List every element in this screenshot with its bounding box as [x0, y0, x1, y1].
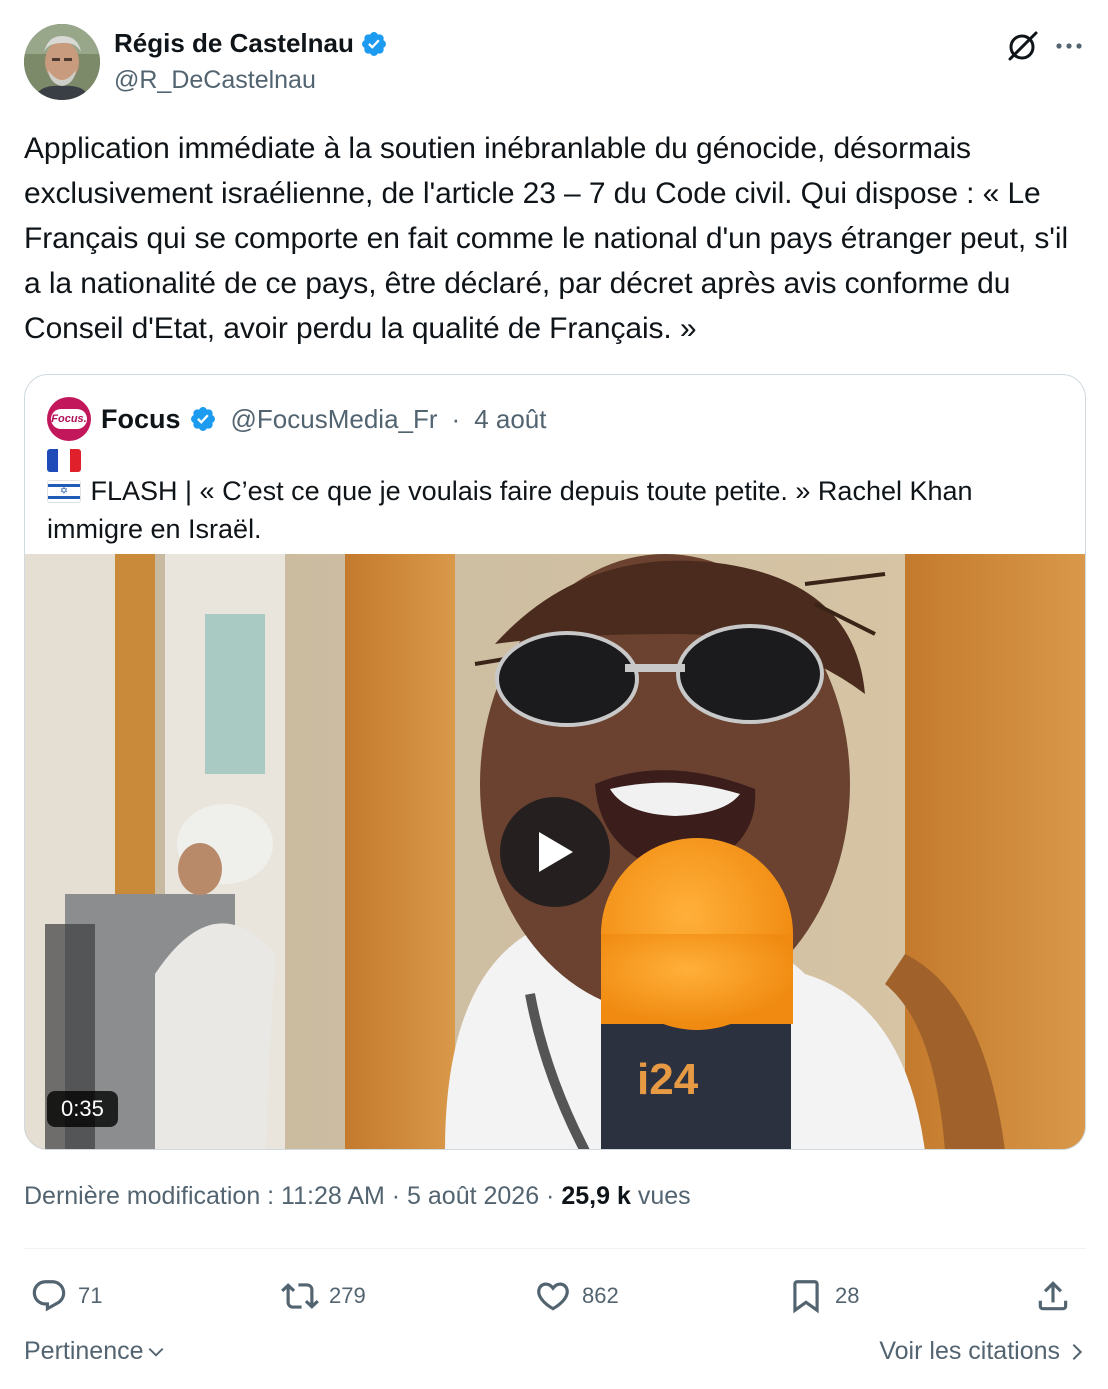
verified-badge-icon	[361, 31, 386, 56]
focus-logo[interactable]: Focus.	[47, 397, 91, 441]
chevron-right-icon	[1072, 1343, 1083, 1360]
author-name[interactable]: Régis de Castelnau	[114, 28, 354, 59]
sort-label: Pertinence	[24, 1337, 144, 1365]
video-player[interactable]: i24 0:35	[25, 554, 1085, 1149]
tweet-text: Application immédiate à la soutien inébr…	[24, 132, 1077, 345]
quoted-text: FLASH | « C’est ce que je voulais faire …	[47, 476, 973, 544]
retweet-icon	[281, 1283, 319, 1309]
verified-badge-icon	[190, 407, 215, 431]
video-duration: 0:35	[47, 1091, 118, 1127]
quoted-tweet[interactable]: Focus. Focus @FocusMedia_Fr · 4 août ✡ F…	[24, 374, 1086, 1150]
more-options-icon[interactable]	[1054, 34, 1084, 58]
quoted-header: Focus. Focus @FocusMedia_Fr · 4 août	[47, 397, 547, 441]
retweet-button[interactable]: 279	[281, 1270, 366, 1322]
france-flag-icon	[47, 449, 81, 472]
israel-flag-icon: ✡	[47, 480, 81, 503]
quoted-handle[interactable]: @FocusMedia_Fr	[231, 404, 438, 435]
heart-icon	[537, 1282, 569, 1311]
view-quotes-link[interactable]: Voir les citations	[879, 1337, 1086, 1366]
divider	[24, 1248, 1086, 1249]
like-button[interactable]: 862	[534, 1270, 619, 1322]
tweet-header: Régis de Castelnau @R_DeCastelnau	[24, 24, 1086, 102]
author-handle[interactable]: @R_DeCastelnau	[114, 66, 316, 95]
grok-icon[interactable]	[1004, 28, 1040, 64]
retweet-count: 279	[329, 1283, 366, 1308]
reply-button[interactable]: 71	[30, 1270, 102, 1322]
sort-dropdown[interactable]: Pertinence	[24, 1337, 166, 1366]
reply-icon	[32, 1280, 66, 1312]
bookmark-button[interactable]: 28	[787, 1270, 859, 1322]
share-icon	[1038, 1281, 1068, 1311]
play-icon	[539, 832, 573, 872]
share-button[interactable]	[1034, 1270, 1072, 1322]
meta-separator: ·	[451, 403, 461, 434]
avatar[interactable]	[24, 24, 100, 100]
action-bar: 71 279 862 28	[24, 1270, 1086, 1322]
quoted-author-name[interactable]: Focus	[101, 404, 181, 435]
views-count: 25,9 k	[561, 1182, 631, 1210]
bookmark-icon	[793, 1280, 819, 1314]
views-label: vues	[637, 1182, 691, 1210]
play-button[interactable]	[500, 797, 610, 907]
view-quotes-label: Voir les citations	[879, 1337, 1060, 1365]
timestamp[interactable]: Dernière modification : 11:28 AM · 5 aoû…	[24, 1182, 561, 1210]
focus-logo-text: Focus.	[51, 409, 87, 429]
quoted-date[interactable]: 4 août	[474, 404, 546, 435]
author-name-row[interactable]: Régis de Castelnau	[114, 28, 388, 59]
quoted-text-block: ✡ FLASH | « C’est ce que je voulais fair…	[47, 449, 1067, 548]
tweet-meta: Dernière modification : 11:28 AM · 5 aoû…	[24, 1182, 691, 1211]
chevron-down-icon	[148, 1347, 163, 1357]
bookmark-count: 28	[835, 1283, 860, 1308]
reply-count: 71	[78, 1283, 103, 1308]
like-count: 862	[582, 1283, 619, 1308]
svg-text:i24: i24	[637, 1055, 699, 1104]
